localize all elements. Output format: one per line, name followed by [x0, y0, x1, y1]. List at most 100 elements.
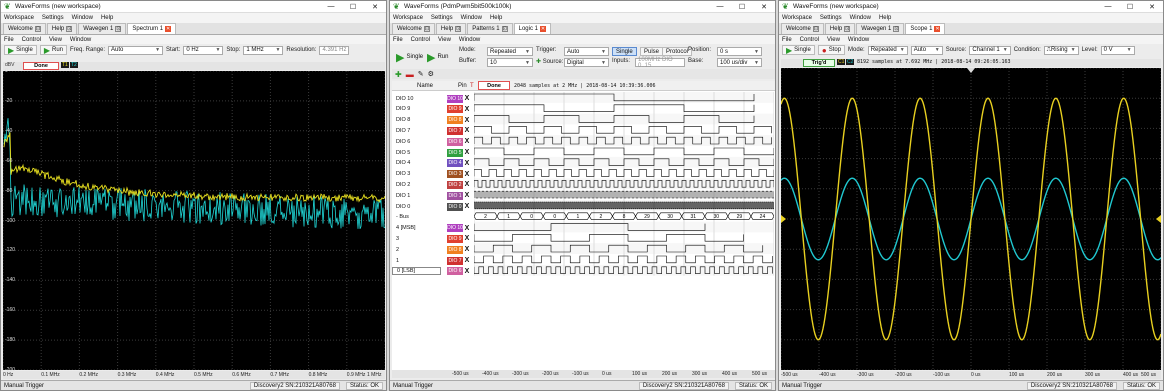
undock-icon[interactable]: ⊡: [501, 26, 508, 32]
close-tab-icon[interactable]: ✕: [539, 26, 546, 32]
signal-pin-badge[interactable]: DIO 0: [447, 202, 463, 211]
resolution-field[interactable]: 4.391 Hz: [319, 45, 350, 55]
undock-icon[interactable]: ⊡: [115, 26, 122, 32]
source-select[interactable]: Digital ▼: [564, 58, 609, 67]
undock-icon[interactable]: ⊡: [844, 26, 851, 32]
tab-wavegen[interactable]: Wavegen 1 ⊡: [856, 23, 905, 34]
undock-icon[interactable]: ⊡: [812, 26, 819, 32]
signal-pin-badge[interactable]: DIO 4: [447, 159, 463, 168]
maximize-icon[interactable]: ☐: [1119, 3, 1141, 11]
pulse-button[interactable]: Pulse: [640, 47, 664, 56]
close-icon[interactable]: ✕: [753, 3, 775, 11]
stop-button[interactable]: ● Stop: [817, 45, 846, 55]
tab-welcome[interactable]: Welcome ⊡: [3, 23, 46, 34]
menu-help[interactable]: Help: [879, 15, 891, 21]
freq-range-select[interactable]: Auto ▼: [108, 45, 164, 55]
trigger-select[interactable]: Auto ▼: [564, 47, 609, 56]
signal-pin-badge[interactable]: DIO 9: [447, 234, 463, 243]
menu-view[interactable]: View: [49, 37, 62, 43]
stop-field[interactable]: 1 MHz ▼: [243, 45, 284, 55]
tab-spectrum[interactable]: Spectrum 1 ✕: [127, 23, 177, 34]
signal-pin-badge[interactable]: DIO 9: [447, 105, 463, 114]
menu-workspace[interactable]: Workspace: [4, 15, 34, 21]
menu-window[interactable]: Window: [461, 15, 482, 21]
trigger-x-icon[interactable]: X: [463, 257, 471, 264]
undock-icon[interactable]: ⊡: [34, 26, 41, 32]
signal-pin-badge[interactable]: DIO 8: [447, 116, 463, 125]
undock-icon[interactable]: ⊡: [66, 26, 73, 32]
signal-pin-badge[interactable]: DIO 7: [447, 256, 463, 265]
buffer-field[interactable]: 10 ▼: [487, 58, 533, 67]
menu-window[interactable]: Window: [72, 15, 93, 21]
edit-icon[interactable]: ✎: [418, 70, 424, 78]
trigger-x-icon[interactable]: X: [463, 192, 471, 199]
device-label[interactable]: Discovery2 SN:210321A80768: [1026, 381, 1117, 390]
position-field[interactable]: 0 s ▼: [717, 47, 762, 56]
close-icon[interactable]: ✕: [1141, 3, 1163, 11]
start-field[interactable]: 0 Hz ▼: [183, 45, 224, 55]
menu-help[interactable]: Help: [490, 15, 502, 21]
maximize-icon[interactable]: ☐: [731, 3, 753, 11]
menu-window[interactable]: Window: [850, 15, 871, 21]
tab-wavegen[interactable]: Wavegen 1 ⊡: [78, 23, 127, 34]
level-field[interactable]: 0 V ▼: [1100, 45, 1135, 55]
menu-workspace[interactable]: Workspace: [782, 15, 812, 21]
trigger-x-icon[interactable]: X: [463, 268, 471, 275]
close-icon[interactable]: ✕: [364, 3, 386, 11]
trigger-x-icon[interactable]: X: [463, 225, 471, 232]
mode-select[interactable]: Repeated ▼: [867, 45, 908, 55]
channel1-badge[interactable]: C1: [837, 59, 846, 65]
inputs-select[interactable]: 100MHz DIO 0..15: [635, 57, 685, 69]
run-button[interactable]: ▶ Run: [424, 49, 451, 65]
menu-help[interactable]: Help: [101, 15, 113, 21]
trigger-x-icon[interactable]: X: [463, 127, 471, 134]
tab-help[interactable]: Help ⊡: [435, 23, 467, 34]
signal-pin-badge[interactable]: DIO 5: [447, 148, 463, 157]
trigger-x-icon[interactable]: X: [463, 117, 471, 124]
menu-control[interactable]: Control: [800, 37, 819, 43]
trigger-x-icon[interactable]: X: [463, 95, 471, 102]
tab-help[interactable]: Help ⊡: [824, 23, 856, 34]
signal-pin-badge[interactable]: DIO 10: [447, 94, 463, 103]
minimize-icon[interactable]: —: [1097, 3, 1119, 11]
tab-patterns[interactable]: Patterns 1 ⊡: [467, 23, 513, 34]
signal-pin-badge[interactable]: DIO 8: [447, 245, 463, 254]
single-button[interactable]: ▶ Single: [782, 45, 815, 55]
tab-help[interactable]: Help ⊡: [46, 23, 78, 34]
signal-pin-badge[interactable]: DIO 3: [447, 170, 463, 179]
signal-pin-badge[interactable]: DIO 2: [447, 180, 463, 189]
signal-pin-badge[interactable]: DIO 6: [447, 137, 463, 146]
device-label[interactable]: Discovery2 SN:210321A80768: [638, 381, 729, 390]
menu-settings[interactable]: Settings: [42, 15, 64, 21]
undock-icon[interactable]: ⊡: [455, 26, 462, 32]
trigger-single-button[interactable]: Single: [612, 47, 637, 56]
spectrum-plot[interactable]: 0 -20 -40 -60 -80 -100 -120 -140 -160 -180 -200: [3, 68, 385, 373]
menu-workspace[interactable]: Workspace: [393, 15, 423, 21]
trace1-badge[interactable]: T1: [61, 62, 69, 68]
menu-window[interactable]: Window: [70, 37, 91, 43]
signal-pin-badge[interactable]: DIO 10: [447, 224, 463, 233]
signal-pin-badge[interactable]: DIO 6: [447, 267, 463, 276]
undock-icon[interactable]: ⊡: [893, 26, 900, 32]
tools-icon[interactable]: ⚙: [428, 70, 434, 78]
menu-settings[interactable]: Settings: [431, 15, 453, 21]
mode-select[interactable]: Repeated ▼: [487, 47, 533, 56]
menu-file[interactable]: File: [782, 37, 792, 43]
trigger-x-icon[interactable]: X: [463, 160, 471, 167]
menu-control[interactable]: Control: [411, 37, 430, 43]
base-field[interactable]: 100 us/div ▼: [717, 58, 762, 67]
menu-control[interactable]: Control: [22, 37, 41, 43]
channel2-badge[interactable]: C2: [846, 59, 855, 65]
tab-welcome[interactable]: Welcome ⊡: [781, 23, 824, 34]
tab-welcome[interactable]: Welcome ⊡: [392, 23, 435, 34]
remove-icon[interactable]: ▬: [406, 70, 414, 79]
trigger-x-icon[interactable]: X: [463, 149, 471, 156]
tab-logic[interactable]: Logic 1 ✕: [513, 23, 551, 34]
menu-window[interactable]: Window: [459, 37, 480, 43]
single-button[interactable]: ▶ Single: [4, 45, 37, 55]
condition-select[interactable]: ⎍ Rising ▼: [1043, 45, 1079, 55]
manual-trigger-button[interactable]: Manual Trigger: [393, 383, 433, 389]
trigger-x-icon[interactable]: X: [463, 181, 471, 188]
minimize-icon[interactable]: —: [320, 3, 342, 11]
add-icon[interactable]: ✚: [395, 70, 402, 79]
